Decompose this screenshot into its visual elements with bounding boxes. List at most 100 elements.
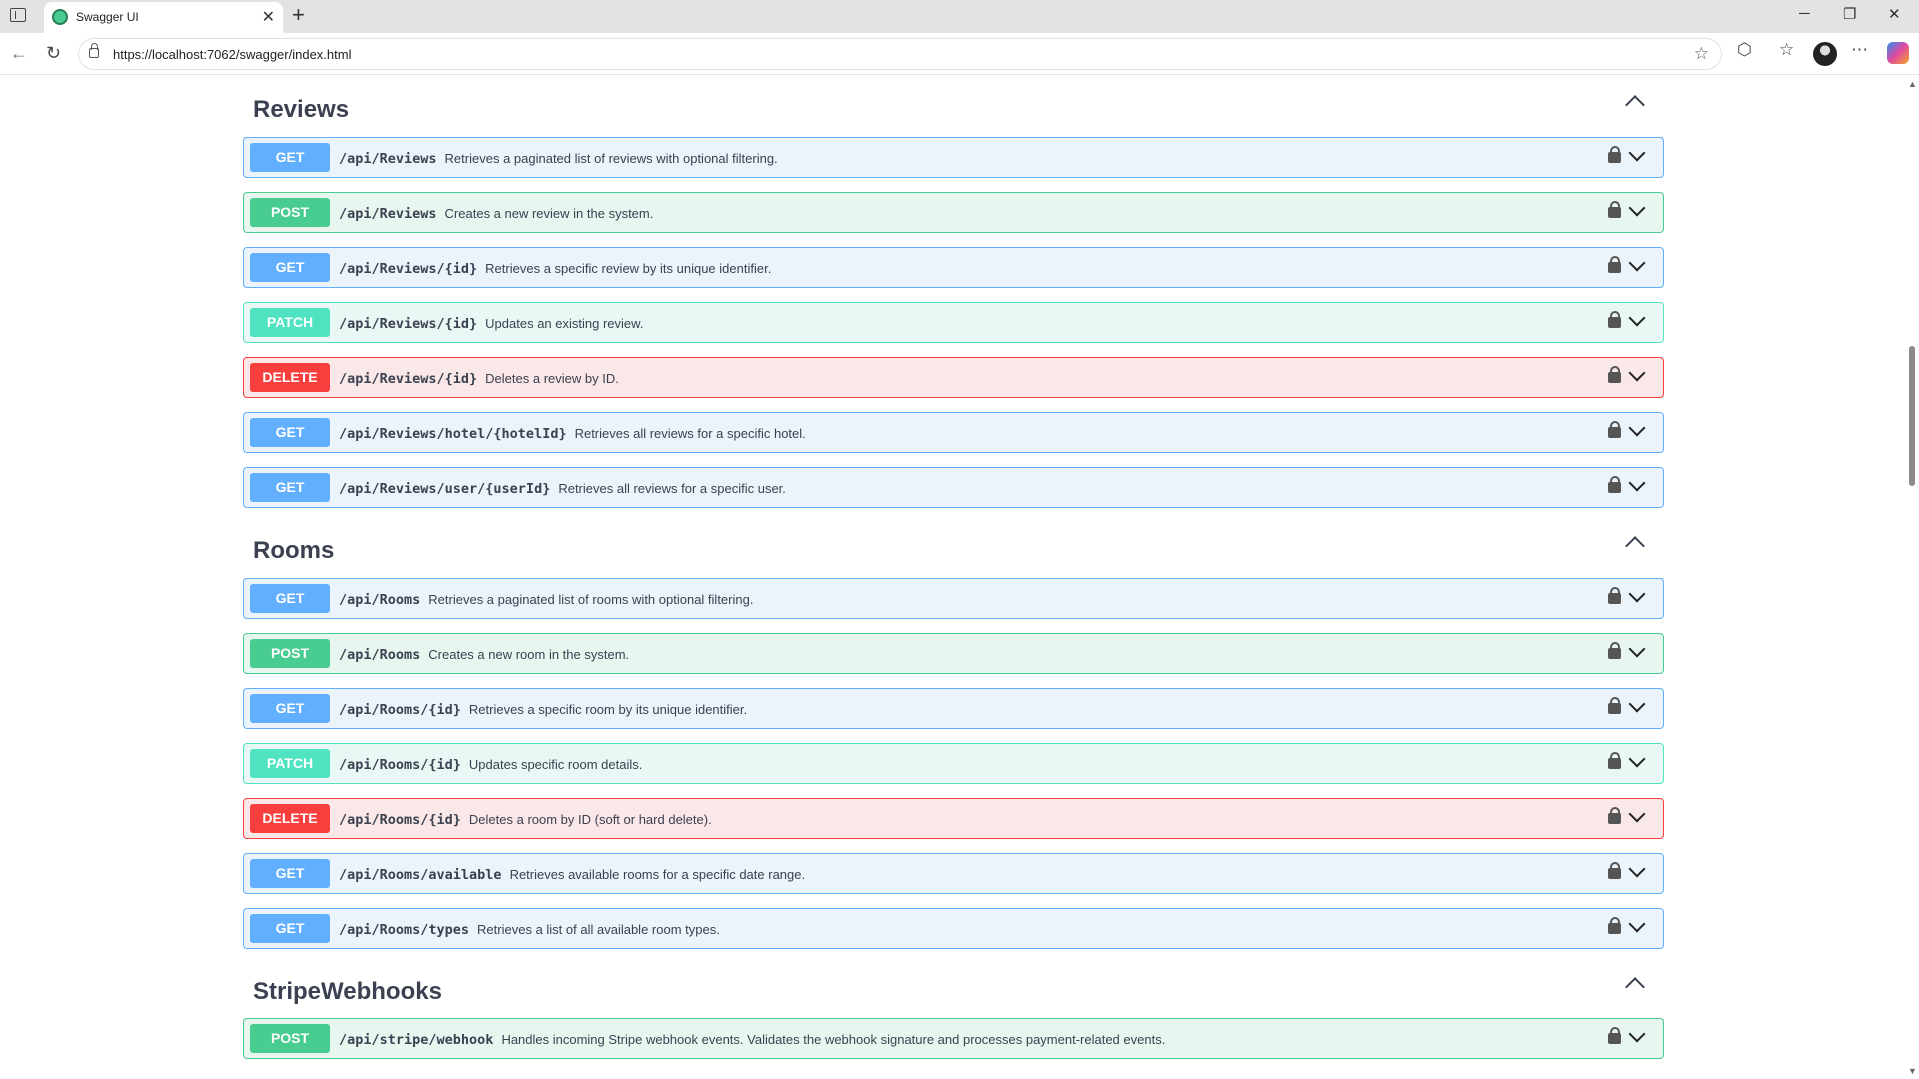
operation-row[interactable]: PATCH /api/Rooms/{id} Updates specific ro…: [243, 743, 1664, 784]
operation-summary: Deletes a review by ID.: [485, 371, 619, 386]
method-badge: POST: [250, 1024, 330, 1053]
lock-icon[interactable]: [1608, 256, 1621, 273]
lock-icon[interactable]: [1608, 366, 1621, 383]
expand-chevron-icon[interactable]: [1628, 144, 1646, 162]
expand-chevron-icon[interactable]: [1628, 860, 1646, 878]
expand-chevron-icon[interactable]: [1628, 419, 1646, 437]
lock-icon[interactable]: [1608, 201, 1621, 218]
collapse-chevron-icon[interactable]: [1625, 977, 1645, 997]
expand-chevron-icon[interactable]: [1628, 474, 1646, 492]
restore-icon[interactable]: ❐: [1843, 5, 1856, 23]
section-header-stripewebhooks[interactable]: StripeWebhooks: [243, 964, 1664, 1020]
back-icon[interactable]: ←: [10, 43, 28, 64]
favorite-star-icon[interactable]: ☆: [1694, 44, 1709, 64]
operation-row[interactable]: DELETE /api/Rooms/{id} Deletes a room by …: [243, 798, 1664, 839]
operation-summary: Handles incoming Stripe webhook events. …: [501, 1032, 1166, 1047]
method-badge: POST: [250, 639, 330, 668]
operation-row[interactable]: GET /api/Rooms/{id} Retrieves a specific …: [243, 688, 1664, 729]
operation-row[interactable]: POST /api/Reviews Creates a new review in…: [243, 192, 1664, 233]
operation-row[interactable]: POST /api/stripe/webhook Handles incoming…: [243, 1018, 1664, 1059]
operation-row[interactable]: GET /api/Rooms Retrieves a paginated list…: [243, 578, 1664, 619]
operation-row[interactable]: GET /api/Reviews/{id} Retrieves a specifi…: [243, 247, 1664, 288]
expand-chevron-icon[interactable]: [1628, 640, 1646, 658]
lock-icon[interactable]: [1608, 752, 1621, 769]
more-menu-icon[interactable]: ⋯: [1851, 40, 1868, 60]
method-badge: PATCH: [250, 308, 330, 337]
close-window-icon[interactable]: ✕: [1888, 5, 1901, 23]
lock-icon[interactable]: [1608, 421, 1621, 438]
url-field[interactable]: https://localhost:7062/swagger/index.htm…: [78, 38, 1722, 70]
swagger-page: Reviews GET /api/Reviews Retrieves a pagi…: [0, 76, 1905, 1079]
operation-path: /api/Reviews/user/{userId}: [339, 481, 551, 497]
operation-row[interactable]: GET /api/Reviews/user/{userId} Retrieves …: [243, 467, 1664, 508]
operation-path: /api/stripe/webhook: [339, 1032, 494, 1048]
browser-tab[interactable]: Swagger UI ✕: [44, 2, 283, 33]
lock-icon[interactable]: [1608, 1027, 1621, 1044]
method-badge: GET: [250, 914, 330, 943]
operation-row[interactable]: POST /api/Rooms Creates a new room in the…: [243, 633, 1664, 674]
operation-row[interactable]: GET /api/Reviews Retrieves a paginated li…: [243, 137, 1664, 178]
scroll-down-icon[interactable]: ▼: [1908, 1066, 1917, 1076]
lock-icon[interactable]: [1608, 476, 1621, 493]
collapse-chevron-icon[interactable]: [1625, 536, 1645, 556]
tab-actions-icon[interactable]: [10, 8, 26, 22]
minimize-icon[interactable]: ─: [1799, 5, 1810, 22]
tab-title: Swagger UI: [76, 10, 139, 24]
method-badge: GET: [250, 859, 330, 888]
lock-icon[interactable]: [1608, 146, 1621, 163]
lock-icon[interactable]: [1608, 587, 1621, 604]
lock-icon[interactable]: [1608, 917, 1621, 934]
method-badge: GET: [250, 418, 330, 447]
expand-chevron-icon[interactable]: [1628, 254, 1646, 272]
operation-summary: Retrieves a paginated list of reviews wi…: [444, 151, 778, 166]
swagger-favicon-icon: [52, 9, 68, 25]
method-badge: GET: [250, 473, 330, 502]
profile-avatar[interactable]: [1813, 42, 1837, 66]
expand-chevron-icon[interactable]: [1628, 364, 1646, 382]
method-badge: GET: [250, 694, 330, 723]
operation-summary: Retrieves a specific room by its unique …: [468, 702, 748, 717]
tab-close-icon[interactable]: ✕: [262, 7, 275, 27]
lock-icon[interactable]: [1608, 807, 1621, 824]
extensions-icon[interactable]: ⬡: [1737, 40, 1752, 60]
site-info-icon[interactable]: [89, 43, 99, 58]
expand-chevron-icon[interactable]: [1628, 309, 1646, 327]
expand-chevron-icon[interactable]: [1628, 915, 1646, 933]
expand-chevron-icon[interactable]: [1628, 695, 1646, 713]
scroll-thumb[interactable]: [1909, 346, 1915, 486]
operation-path: /api/Rooms/available: [339, 867, 502, 883]
operation-path: /api/Rooms: [339, 647, 421, 663]
operation-summary: Updates specific room details.: [468, 757, 643, 772]
operation-row[interactable]: GET /api/Rooms/types Retrieves a list of …: [243, 908, 1664, 949]
expand-chevron-icon[interactable]: [1628, 1025, 1646, 1043]
expand-chevron-icon[interactable]: [1628, 199, 1646, 217]
section-header-rooms[interactable]: Rooms: [243, 523, 1664, 579]
new-tab-icon[interactable]: +: [292, 2, 305, 28]
reload-icon[interactable]: ↻: [46, 43, 61, 64]
operation-summary: Retrieves available rooms for a specific…: [509, 867, 806, 882]
copilot-icon[interactable]: [1887, 42, 1909, 64]
operation-path: /api/Reviews/hotel/{hotelId}: [339, 426, 567, 442]
expand-chevron-icon[interactable]: [1628, 585, 1646, 603]
expand-chevron-icon[interactable]: [1628, 750, 1646, 768]
operation-summary: Retrieves all reviews for a specific hot…: [574, 426, 806, 441]
collapse-chevron-icon[interactable]: [1625, 95, 1645, 115]
operation-row[interactable]: DELETE /api/Reviews/{id} Deletes a review…: [243, 357, 1664, 398]
operation-row[interactable]: PATCH /api/Reviews/{id} Updates an existi…: [243, 302, 1664, 343]
operation-row[interactable]: GET /api/Rooms/available Retrieves availa…: [243, 853, 1664, 894]
method-badge: PATCH: [250, 749, 330, 778]
lock-icon[interactable]: [1608, 311, 1621, 328]
favorites-icon[interactable]: ☆: [1779, 40, 1794, 60]
page-scrollbar[interactable]: ▲ ▼: [1905, 76, 1919, 1079]
operation-path: /api/Rooms/types: [339, 922, 470, 938]
operation-row[interactable]: GET /api/Reviews/hotel/{hotelId} Retrieve…: [243, 412, 1664, 453]
operation-path: /api/Rooms/{id}: [339, 757, 461, 773]
scroll-up-icon[interactable]: ▲: [1908, 79, 1917, 89]
operation-summary: Deletes a room by ID (soft or hard delet…: [468, 812, 712, 827]
lock-icon[interactable]: [1608, 862, 1621, 879]
lock-icon[interactable]: [1608, 642, 1621, 659]
method-badge: POST: [250, 198, 330, 227]
expand-chevron-icon[interactable]: [1628, 805, 1646, 823]
section-header-reviews[interactable]: Reviews: [243, 82, 1664, 138]
lock-icon[interactable]: [1608, 697, 1621, 714]
